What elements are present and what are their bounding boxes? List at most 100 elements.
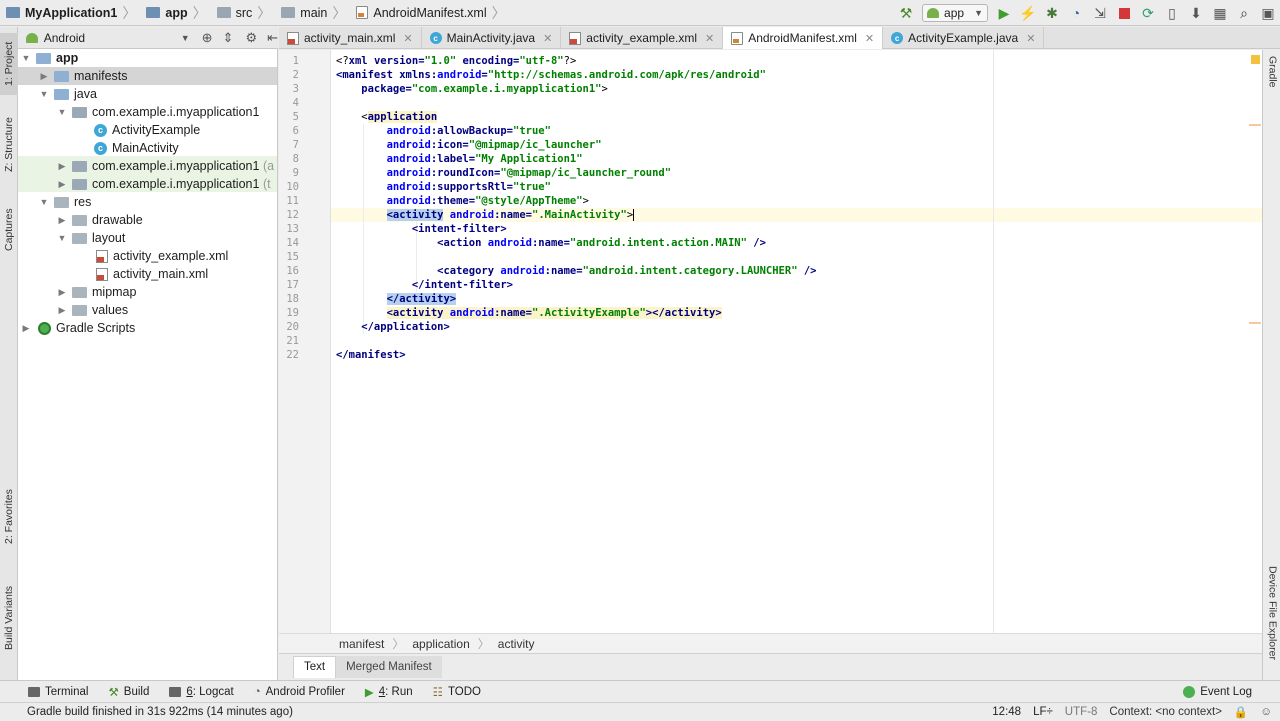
project-tool-tab[interactable]: 1: Project (0, 33, 18, 95)
warning-marker[interactable] (1249, 124, 1261, 126)
tree-node-activityexample[interactable]: c ActivityExample (94, 121, 200, 139)
todo-icon: ☷ (432, 686, 443, 699)
breadcrumb-main[interactable]: main 〉 (275, 0, 350, 26)
event-log-button[interactable]: Event Log (1183, 685, 1252, 698)
build-button[interactable]: ⚒ Build (108, 685, 149, 699)
crumb-application[interactable]: application (412, 637, 469, 651)
tree-node-layout[interactable]: ▼ layout (56, 229, 126, 247)
file-encoding[interactable]: UTF-8 (1065, 706, 1098, 718)
build-variants-tool-tab[interactable]: Build Variants (0, 582, 18, 654)
sync-gradle-icon[interactable]: ⟳ (1136, 0, 1160, 26)
line-separator[interactable]: LF÷ (1033, 706, 1053, 718)
project-folder-icon (6, 7, 20, 18)
apply-changes-icon[interactable]: ⚡ (1016, 0, 1040, 26)
run-button-icon[interactable]: ▶ (992, 0, 1016, 26)
layout-icon[interactable]: ▣ (1256, 0, 1280, 26)
gradle-tool-tab[interactable]: Gradle (1264, 50, 1280, 94)
tab-androidmanifest-xml[interactable]: AndroidManifest.xml ✕ (723, 27, 884, 49)
scroll-from-source-icon[interactable]: ⊕ (202, 30, 213, 46)
warning-marker[interactable] (1249, 322, 1261, 324)
crumb-activity[interactable]: activity (498, 637, 535, 651)
close-icon[interactable]: ✕ (543, 32, 552, 45)
attach-debugger-icon[interactable]: ⇲ (1088, 0, 1112, 26)
package-icon (72, 160, 87, 172)
tree-node-manifests[interactable]: ▶ manifests (38, 67, 128, 85)
tab-activityexample-java[interactable]: c ActivityExample.java ✕ (883, 27, 1045, 49)
right-margin-guide (993, 50, 994, 633)
package-icon (72, 106, 87, 118)
status-bar: Gradle build finished in 31s 922ms (14 m… (0, 702, 1280, 720)
tree-node-activity-main-xml[interactable]: activity_main.xml (96, 265, 208, 283)
class-icon: c (891, 32, 904, 44)
captures-tool-tab[interactable]: Captures (0, 205, 18, 255)
stop-icon[interactable] (1112, 0, 1136, 26)
todo-button[interactable]: ☷ TODO (433, 685, 481, 699)
run-configuration-dropdown[interactable]: app ▼ (922, 4, 988, 22)
context-indicator[interactable]: Context: <no context> (1109, 706, 1222, 718)
profile-icon[interactable]: ◔ (1064, 0, 1088, 26)
tab-activity-main-xml[interactable]: activity_main.xml ✕ (279, 27, 422, 49)
breadcrumb-module[interactable]: app 〉 (140, 0, 210, 26)
tree-node-gradle-scripts[interactable]: ▶ Gradle Scripts (20, 319, 136, 337)
structure-tool-tab[interactable]: Z: Structure (0, 113, 18, 177)
project-view-selector[interactable]: Android (44, 31, 181, 45)
run-tool-button[interactable]: ▶ 4: Run (365, 685, 413, 699)
tree-node-package-androidtest[interactable]: ▶ com.example.i.myapplication1 (a (56, 157, 275, 175)
close-icon[interactable]: ✕ (705, 32, 714, 45)
gear-icon[interactable]: ⚙ (245, 30, 257, 46)
close-icon[interactable]: ✕ (865, 32, 874, 45)
crumb-manifest[interactable]: manifest (339, 637, 384, 651)
terminal-button[interactable]: Terminal (28, 686, 88, 698)
line-number-gutter: 1 2 3 4 5 6 7 8 9 10 11 12 13 14 15 16 1… (279, 50, 354, 633)
breadcrumb-src[interactable]: src 〉 (211, 0, 276, 26)
android-icon (26, 32, 38, 43)
device-file-explorer-tab[interactable]: Device File Explorer (1264, 555, 1280, 671)
inspector-icon[interactable]: ☺ (1260, 706, 1272, 718)
close-icon[interactable]: ✕ (1026, 32, 1035, 45)
lock-icon[interactable]: 🔒 (1234, 705, 1248, 719)
tree-node-package-test[interactable]: ▶ com.example.i.myapplication1 (t (56, 175, 271, 193)
logcat-button[interactable]: 6: Logcat (169, 686, 234, 698)
class-icon: c (94, 123, 107, 137)
caret-position[interactable]: 12:48 (992, 706, 1021, 718)
project-structure-icon[interactable]: ▦ (1208, 0, 1232, 26)
tree-node-java[interactable]: ▼ java (38, 85, 97, 103)
debug-icon[interactable]: ✱ (1040, 0, 1064, 26)
tab-merged-manifest[interactable]: Merged Manifest (336, 655, 442, 678)
folder-icon (281, 7, 296, 18)
make-project-hammer-icon[interactable]: ⚒ (894, 0, 918, 26)
tree-node-app[interactable]: ▼ app (20, 49, 79, 67)
tab-activity-example-xml[interactable]: activity_example.xml ✕ (561, 27, 724, 49)
search-icon[interactable]: ⌕ (1232, 0, 1256, 26)
expanded-arrow-icon: ▼ (39, 197, 49, 207)
folder-icon (72, 214, 87, 226)
avd-manager-icon[interactable]: ▯ (1160, 0, 1184, 26)
tree-node-drawable[interactable]: ▶ drawable (56, 211, 143, 229)
tab-text[interactable]: Text (293, 655, 337, 678)
chevron-down-icon[interactable]: ▼ (181, 33, 190, 43)
tree-node-mainactivity[interactable]: c MainActivity (94, 139, 179, 157)
code-line-1: <?xml version="1.0" encoding="utf-8"?> (336, 55, 577, 67)
favorites-tool-tab[interactable]: 2: Favorites (0, 485, 18, 549)
text-caret (633, 209, 635, 221)
status-message[interactable]: Gradle build finished in 31s 922ms (14 m… (27, 706, 293, 718)
code-editor[interactable]: <?xml version="1.0" encoding="utf-8"?> <… (331, 50, 1262, 633)
collapse-all-icon[interactable]: ⇕ (223, 30, 234, 46)
collapsed-arrow-icon: ▶ (40, 70, 48, 81)
file-status-marker[interactable] (1251, 55, 1260, 64)
close-icon[interactable]: ✕ (403, 32, 412, 45)
breadcrumb-file[interactable]: AndroidManifest.xml 〉 (350, 0, 509, 26)
sdk-manager-icon[interactable]: ⬇ (1184, 0, 1208, 26)
tree-node-values[interactable]: ▶ values (56, 301, 129, 319)
android-profiler-button[interactable]: ◔ Android Profiler (254, 686, 345, 698)
layout-file-icon (96, 249, 108, 263)
class-icon: c (94, 141, 107, 155)
expanded-arrow-icon: ▼ (39, 89, 49, 99)
breadcrumb-project[interactable]: MyApplication1 〉 (0, 0, 140, 26)
tab-mainactivity-java[interactable]: c MainActivity.java ✕ (422, 27, 562, 49)
tree-node-res[interactable]: ▼ res (38, 193, 92, 211)
hide-panel-icon[interactable]: ⇤ (267, 30, 278, 46)
tree-node-package[interactable]: ▼ com.example.i.myapplication1 (56, 103, 260, 121)
tree-node-activity-example-xml[interactable]: activity_example.xml (96, 247, 228, 265)
tree-node-mipmap[interactable]: ▶ mipmap (56, 283, 137, 301)
